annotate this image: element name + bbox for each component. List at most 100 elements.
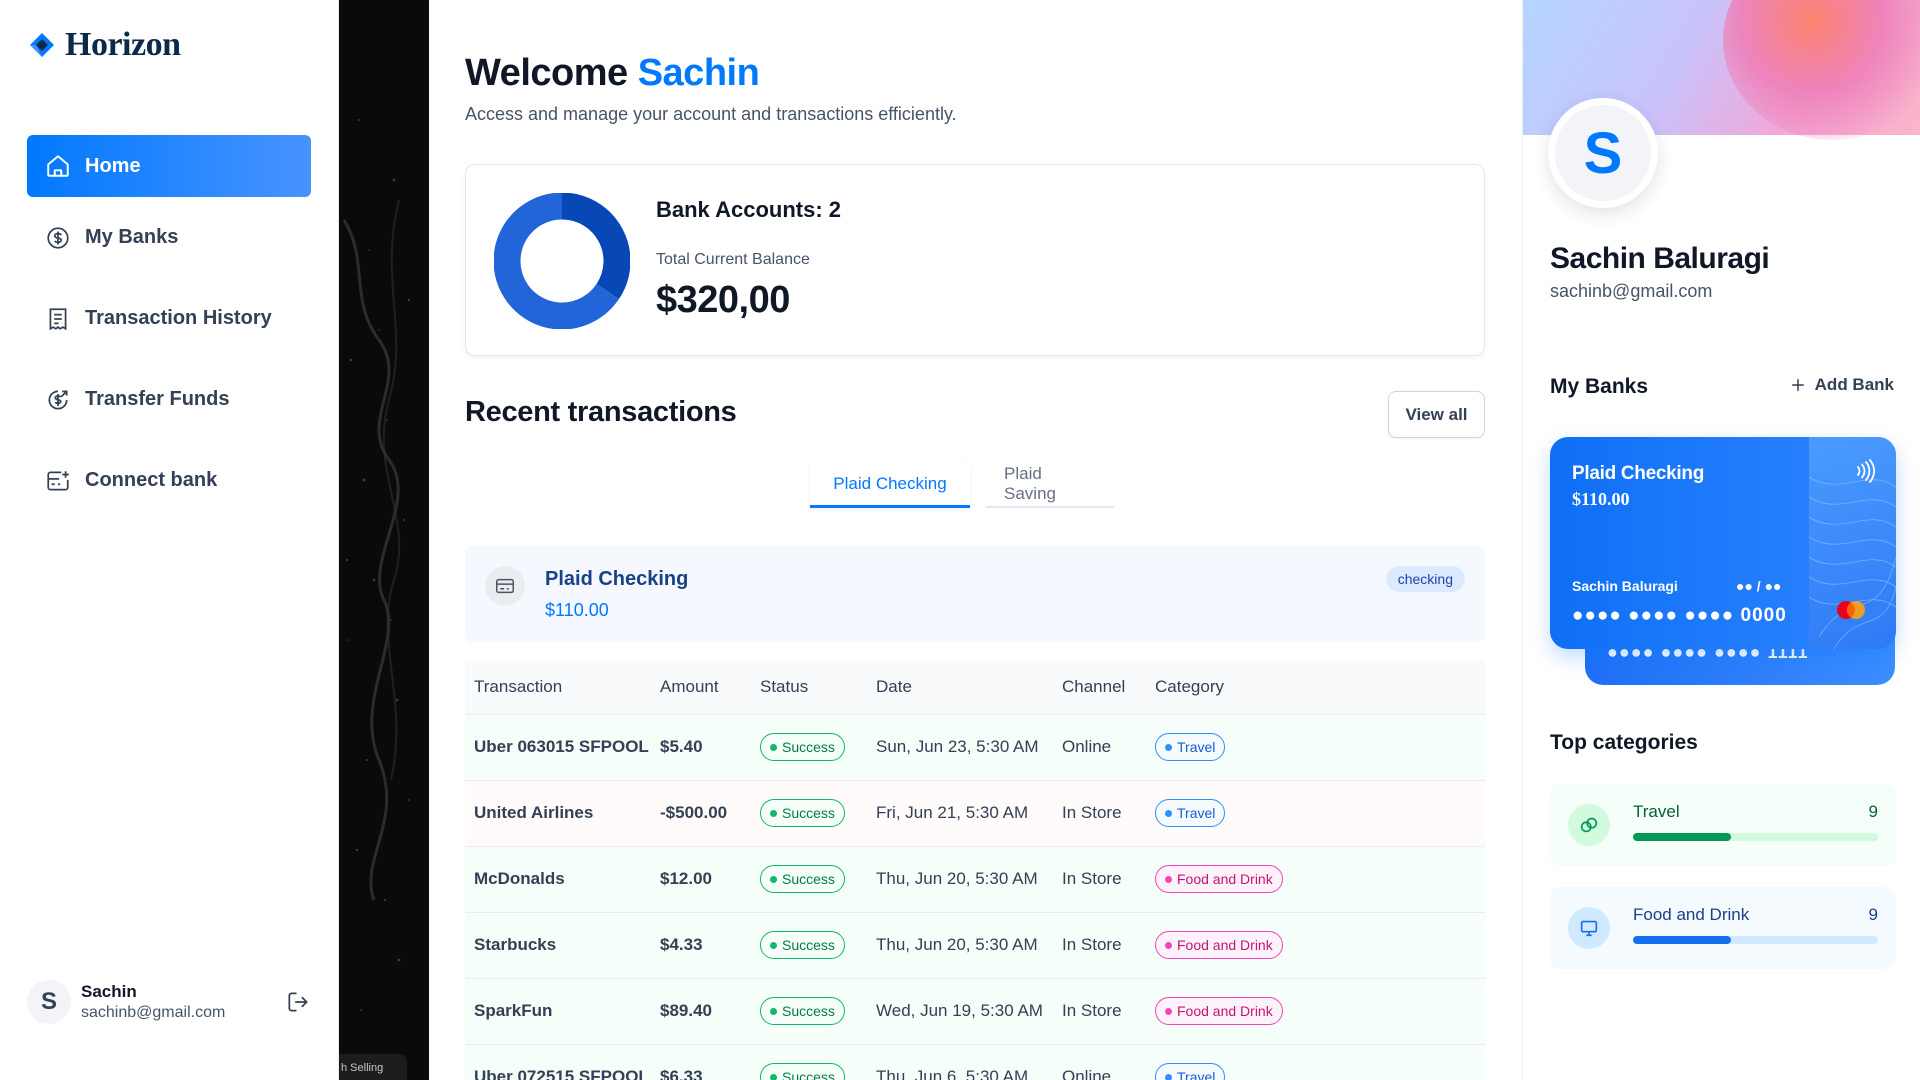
category-text: Food and Drink: [1177, 871, 1273, 887]
tab-plaid-saving[interactable]: Plaid Saving: [986, 462, 1114, 508]
transaction-channel: In Store: [1053, 911, 1146, 978]
logout-icon[interactable]: [285, 989, 311, 1015]
sidebar-user: S Sachin sachinb@gmail.com: [27, 980, 311, 1024]
add-bank-button[interactable]: Add Bank: [1789, 375, 1894, 395]
category-progress-fill: [1633, 936, 1731, 944]
transaction-name: McDonalds: [465, 845, 651, 912]
avatar: S: [27, 980, 71, 1024]
monitor-icon: [1568, 907, 1610, 949]
category-card-travel: Travel 9: [1550, 784, 1896, 866]
status-badge: Success: [760, 997, 845, 1025]
category-text: Food and Drink: [1177, 1003, 1273, 1019]
table-row[interactable]: Starbucks $4.33 Success Thu, Jun 20, 5:30 A…: [465, 911, 1485, 978]
table-row[interactable]: Uber 063015 SFPOOL $5.40 Success Sun, Jun 2…: [465, 713, 1485, 780]
profile-email: sachinb@gmail.com: [1550, 281, 1713, 301]
view-all-button[interactable]: View all: [1388, 391, 1485, 438]
transaction-amount: $89.40: [651, 977, 751, 1044]
transaction-date: Sun, Jun 23, 5:30 AM: [867, 713, 1053, 780]
transaction-date: Wed, Jun 19, 5:30 AM: [867, 977, 1053, 1044]
column-header: Transaction: [465, 660, 651, 714]
transaction-status-cell: Success: [751, 911, 867, 978]
status-badge: Success: [760, 865, 845, 893]
right-sidebar: S Sachin Baluragi sachinb@gmail.com My B…: [1522, 0, 1920, 1080]
table-row[interactable]: Uber 072515 SFPOOL $6.33 Success Thu, Jun 6…: [465, 1043, 1485, 1080]
transaction-date: Fri, Jun 21, 5:30 AM: [867, 779, 1053, 846]
bank-card-icon: [485, 566, 525, 606]
transaction-date: Thu, Jun 6, 5:30 AM: [867, 1043, 1053, 1080]
card-expiry: ●● / ●●: [1736, 578, 1782, 594]
transaction-amount: $4.33: [651, 911, 751, 978]
sidebar-item-label: Transfer Funds: [85, 388, 230, 410]
money-send-icon: [45, 387, 71, 413]
account-balance: $110.00: [545, 600, 609, 620]
greeting-text: Welcome: [465, 52, 628, 94]
transaction-channel: Online: [1053, 713, 1146, 780]
total-balance-box: Bank Accounts: 2 Total Current Balance $…: [465, 164, 1485, 356]
dollar-circle-icon: [45, 225, 71, 251]
transaction-channel: In Store: [1053, 779, 1146, 846]
table-header-row: Transaction Amount Status Date Channel C…: [465, 660, 1485, 714]
page-subtitle: Access and manage your account and trans…: [465, 104, 957, 124]
category-text: Travel: [1177, 739, 1216, 755]
transaction-status-cell: Success: [751, 977, 867, 1044]
status-text: Success: [782, 739, 835, 755]
profile-name: Sachin Baluragi: [1550, 242, 1770, 275]
status-badge: Success: [760, 733, 845, 761]
transactions-table: Transaction Amount Status Date Channel C…: [465, 660, 1485, 1080]
profile-initial: S: [1555, 105, 1651, 201]
category-progress: [1633, 936, 1878, 944]
strip-caption: h Selling: [339, 1054, 407, 1080]
sidebar-item-label: Home: [85, 154, 141, 177]
transaction-category-cell: Food and Drink: [1146, 911, 1485, 978]
transaction-channel: Online: [1053, 1043, 1146, 1080]
noise-texture: [342, 119, 411, 1011]
transaction-status-cell: Success: [751, 1043, 867, 1080]
category-card-food-and-drink: Food and Drink 9: [1550, 887, 1896, 969]
main-content: Welcome Sachin Access and manage your ac…: [429, 0, 1522, 1080]
column-header: Date: [867, 660, 1053, 714]
column-header: Amount: [651, 660, 751, 714]
category-text: Travel: [1177, 805, 1216, 821]
account-type-badge: checking: [1385, 566, 1465, 592]
status-text: Success: [782, 937, 835, 953]
card-balance: $110.00: [1572, 489, 1630, 509]
account-name: Plaid Checking: [545, 568, 689, 590]
transaction-channel: In Store: [1053, 977, 1146, 1044]
transaction-status-cell: Success: [751, 845, 867, 912]
sidebar-item-connect-bank[interactable]: Connect bank: [27, 459, 311, 502]
status-text: Success: [782, 1069, 835, 1080]
transaction-status-cell: Success: [751, 779, 867, 846]
bank-card[interactable]: Plaid Checking $110.00 Sachin Baluragi ●…: [1550, 437, 1896, 649]
card-number: ●●●● ●●●● ●●●● 0000: [1572, 605, 1787, 626]
transaction-channel: In Store: [1053, 845, 1146, 912]
sidebar-item-my-banks[interactable]: My Banks: [27, 216, 311, 259]
status-text: Success: [782, 871, 835, 887]
transaction-date: Thu, Jun 20, 5:30 AM: [867, 911, 1053, 978]
mastercard-icon: [1837, 601, 1865, 619]
tab-plaid-checking[interactable]: Plaid Checking: [810, 462, 970, 508]
selected-account-info: Plaid Checking $110.00 checking: [465, 546, 1485, 642]
column-header: Category: [1146, 660, 1485, 714]
transaction-category-cell: Food and Drink: [1146, 845, 1485, 912]
transaction-name: Uber 063015 SFPOOL: [465, 713, 651, 780]
sidebar-item-transaction-history[interactable]: Transaction History: [27, 297, 311, 340]
logo[interactable]: Horizon: [27, 26, 181, 64]
category-text: Travel: [1177, 1069, 1216, 1080]
user-email: sachinb@gmail.com: [81, 1004, 226, 1021]
transaction-status-cell: Success: [751, 713, 867, 780]
total-balance-label: Total Current Balance: [656, 251, 810, 268]
transaction-category-cell: Travel: [1146, 779, 1485, 846]
category-badge: Travel: [1155, 799, 1226, 827]
greeting-user: Sachin: [637, 52, 760, 94]
sidebar-item-transfer-funds[interactable]: Transfer Funds: [27, 378, 311, 421]
category-count: 9: [1868, 905, 1878, 924]
card-bank-name: Plaid Checking: [1572, 463, 1705, 484]
category-badge: Travel: [1155, 1063, 1226, 1080]
card-holder-name: Sachin Baluragi: [1572, 578, 1678, 594]
table-row[interactable]: SparkFun $89.40 Success Wed, Jun 19, 5:30 A…: [465, 977, 1485, 1044]
page-title: Welcome Sachin: [465, 52, 760, 95]
category-count: 9: [1868, 802, 1878, 821]
table-row[interactable]: McDonalds $12.00 Success Thu, Jun 20, 5:30 …: [465, 845, 1485, 912]
table-row[interactable]: United Airlines -$500.00 Success Fri, Jun 2…: [465, 779, 1485, 846]
sidebar-item-home[interactable]: Home: [27, 135, 311, 197]
